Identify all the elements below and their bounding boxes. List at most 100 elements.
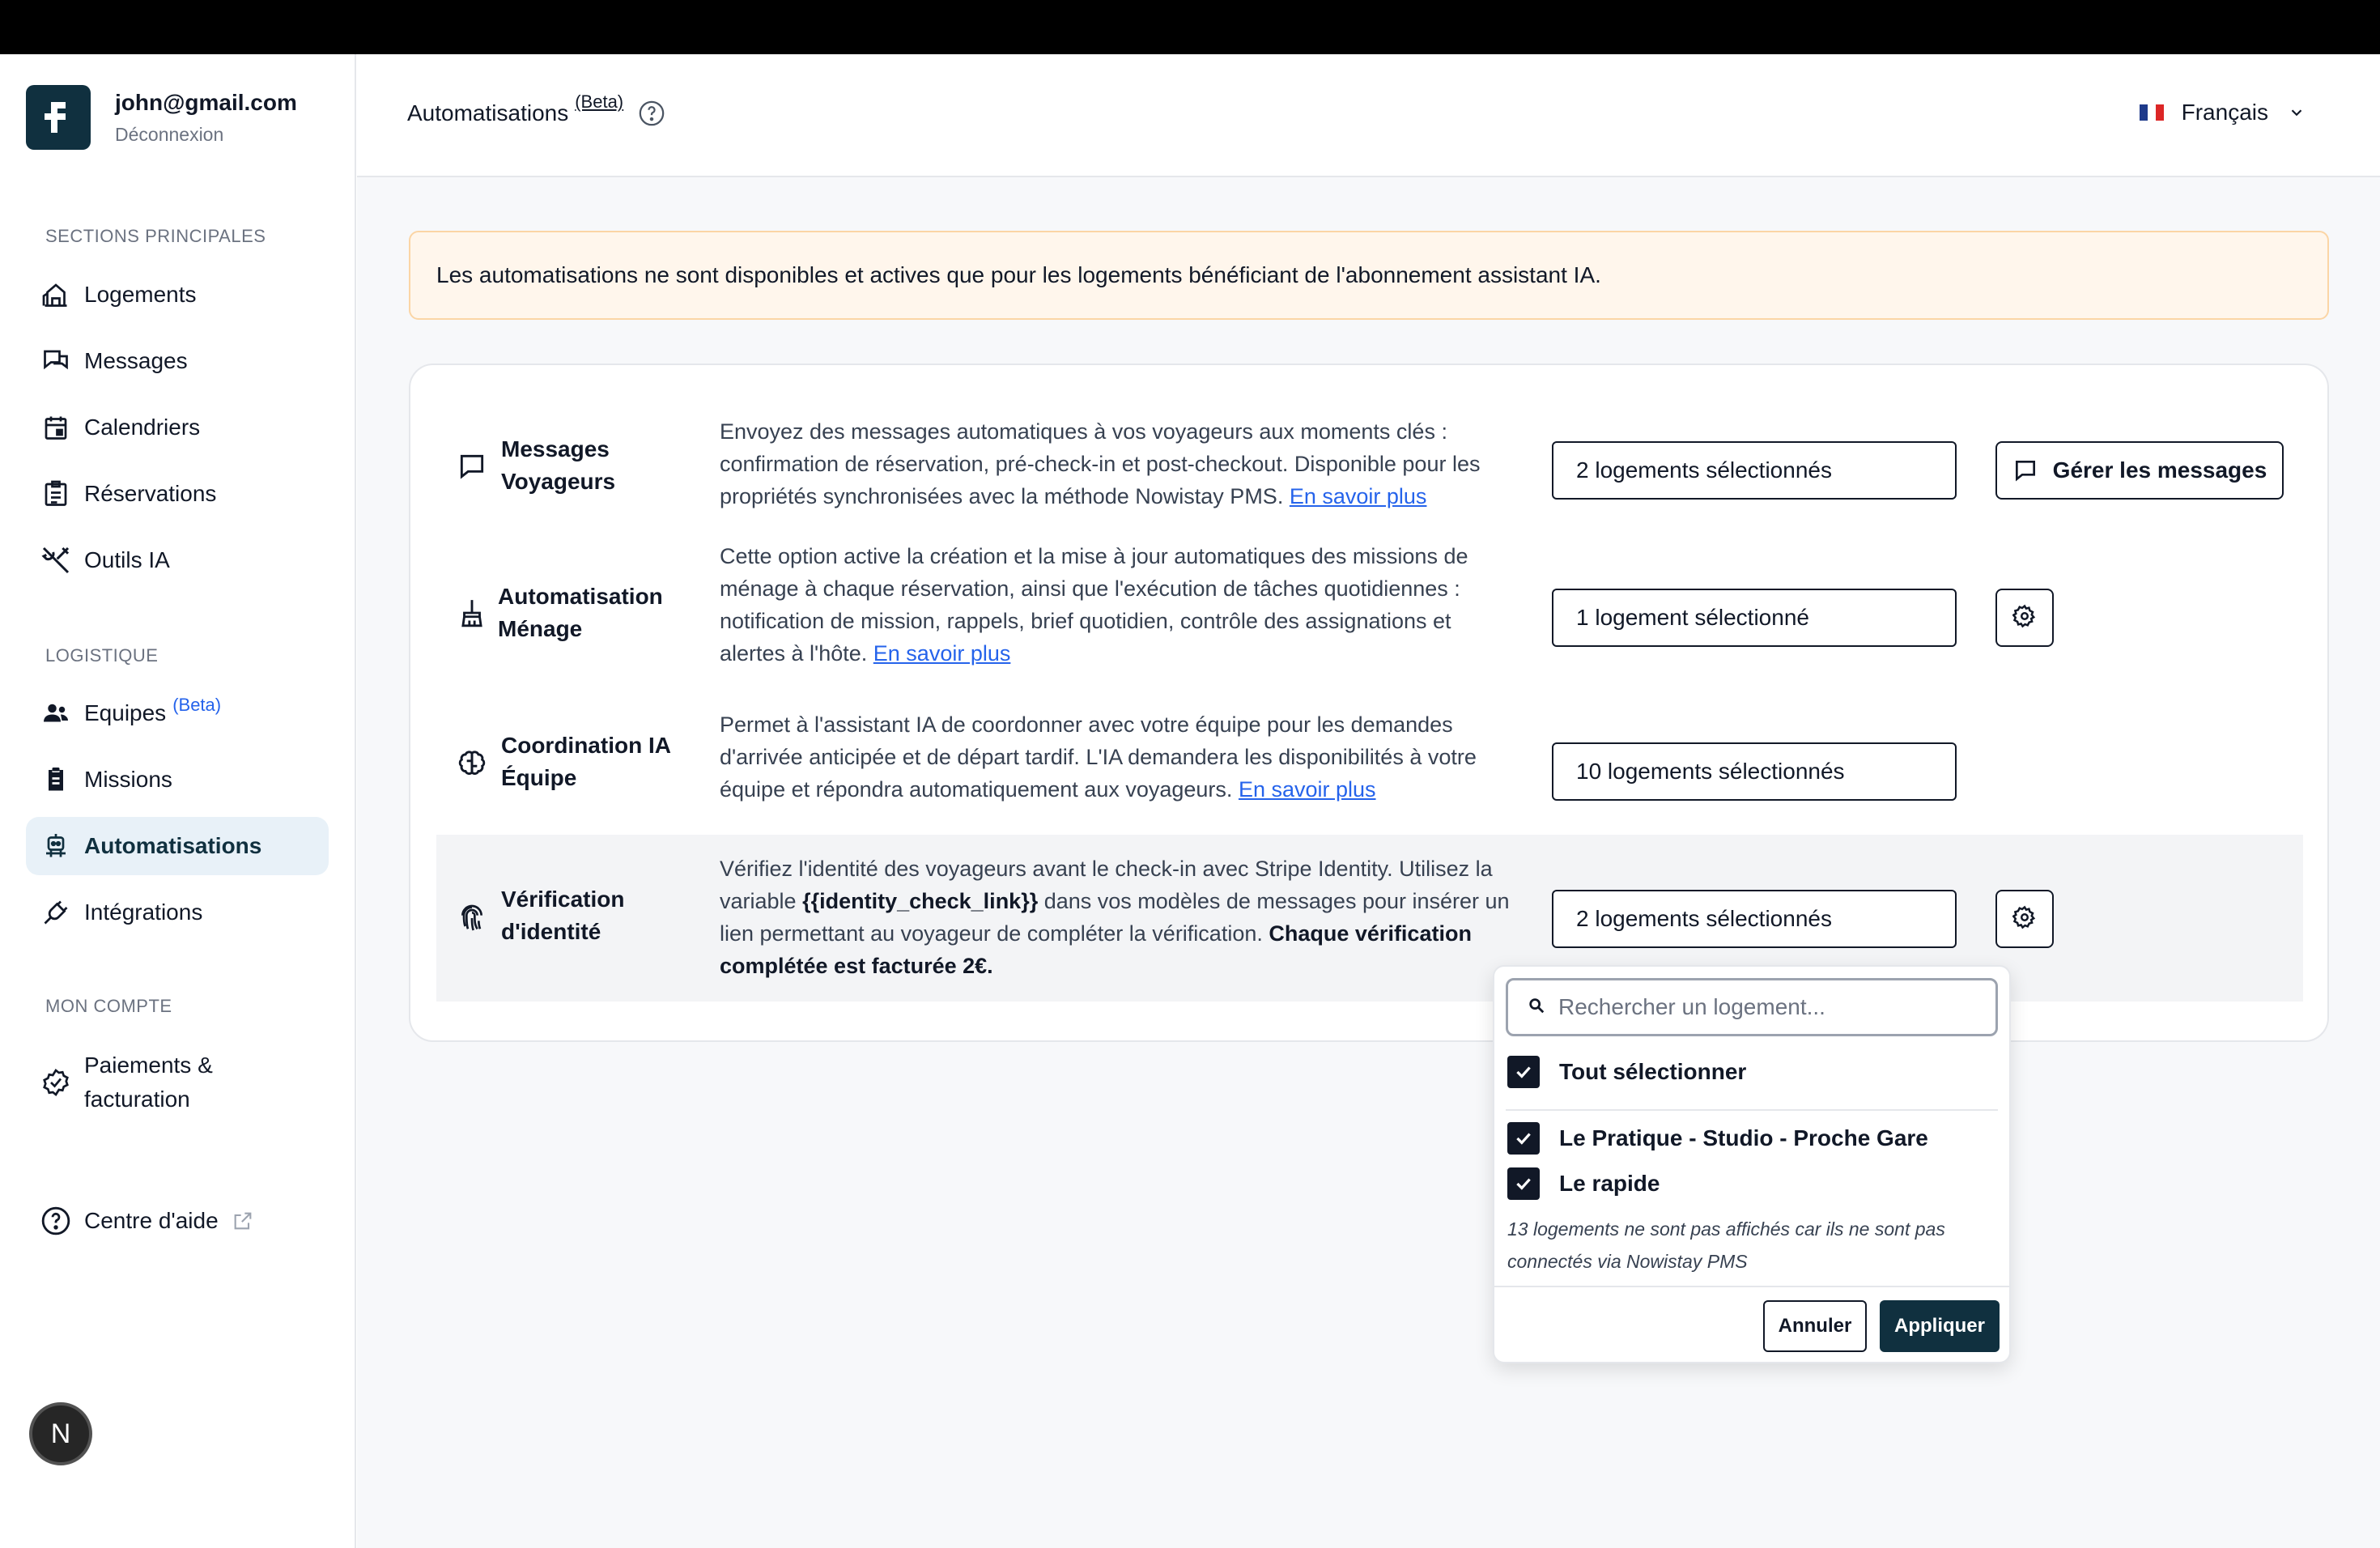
automation-description: Permet à l'assistant IA de coordonner av… [720,712,1477,802]
automation-title: Automatisation Ménage [498,584,663,641]
clipboard-list-icon [37,475,74,512]
automation-row-coordination: Coordination IA Équipe Permet à l'assist… [436,708,2303,822]
window-top-bar [0,0,2380,54]
learn-more-link[interactable]: En savoir plus [873,641,1011,666]
automation-description: Envoyez des messages automatiques à vos … [720,419,1481,508]
automation-row-menage: Automatisation Ménage Cette option activ… [436,540,2303,686]
badge-check-icon [37,1064,74,1101]
section-label-logistique: LOGISTIQUE [45,645,159,666]
select-all-option[interactable]: Tout sélectionner [1507,1056,1746,1088]
chevron-down-icon [2288,104,2306,121]
calendar-icon [37,409,74,446]
learn-more-link[interactable]: En savoir plus [1239,777,1376,802]
sidebar-item-messages[interactable]: Messages [26,332,329,390]
main-content: Les automatisations ne sont disponibles … [357,177,2380,1548]
sidebar-item-integrations[interactable]: Intégrations [26,883,329,942]
robot-icon [37,827,74,865]
broom-icon [456,597,488,629]
sidebar-item-paiements[interactable]: Paiements & facturation [26,1042,329,1123]
search-icon [1528,997,1545,1019]
sidebar-item-label: Réservations [84,481,217,506]
language-label: Français [2181,100,2268,125]
checkbox-checked[interactable] [1507,1056,1540,1088]
automation-row-messages: Messages Voyageurs Envoyez des messages … [436,406,2303,527]
cancel-button[interactable]: Annuler [1763,1300,1867,1352]
apply-button[interactable]: Appliquer [1880,1300,2000,1352]
gear-icon [2012,905,2037,933]
fingerprint-icon [456,902,488,934]
settings-button[interactable] [1995,890,2054,948]
gear-icon [2012,604,2037,632]
property-option-label: Le Pratique - Studio - Proche Gare [1559,1125,1928,1150]
external-link-icon [232,1210,254,1232]
hidden-properties-note: 13 logements ne sont pas affichés car il… [1507,1218,1945,1272]
french-flag-icon [2139,104,2164,121]
sidebar-item-label: Logements [84,282,197,307]
property-select[interactable]: 2 logements sélectionnés [1552,441,1957,500]
select-all-label: Tout sélectionner [1559,1059,1747,1084]
checkbox-checked[interactable] [1507,1167,1540,1200]
automation-title: Messages Voyageurs [501,436,616,494]
section-label-compte: MON COMPTE [45,996,172,1016]
sidebar-item-label: Automatisations [84,833,262,858]
brain-icon [456,747,488,780]
beta-badge: (Beta) [172,695,222,715]
property-dropdown: Tout sélectionner Le Pratique - Studio -… [1493,965,2011,1363]
sidebar-item-label: Paiements & facturation [84,1053,213,1112]
language-selector[interactable]: Français [2139,100,2306,125]
variable-code: {{identity_check_link}} [802,889,1039,913]
message-square-icon [2012,457,2038,483]
automation-description: Vérifiez l'identité des voyageurs avant … [720,857,1510,978]
page-title: Automatisations (Beta) [407,91,665,127]
sidebar-item-reservations[interactable]: Réservations [26,465,329,523]
sidebar-item-missions[interactable]: Missions [26,751,329,809]
beta-badge[interactable]: (Beta) [575,91,623,113]
sidebar-item-label: Messages [84,348,188,373]
search-input[interactable] [1558,994,1979,1020]
sidebar-item-logements[interactable]: Logements [26,266,329,324]
sidebar-item-label: Calendriers [84,415,201,440]
sidebar-item-label: Intégrations [84,899,203,925]
help-icon[interactable] [638,100,665,127]
sidebar-item-automatisations[interactable]: Automatisations [26,817,329,875]
manage-messages-button[interactable]: Gérer les messages [1995,441,2284,500]
section-label-main: SECTIONS PRINCIPALES [45,226,266,246]
property-select[interactable]: 10 logements sélectionnés [1552,742,1957,801]
sidebar-item-equipes[interactable]: Equipes (Beta) [26,684,329,742]
property-select[interactable]: 1 logement sélectionné [1552,589,1957,647]
learn-more-link[interactable]: En savoir plus [1290,484,1427,508]
sidebar-item-outils-ia[interactable]: Outils IA [26,531,329,589]
automation-title: Coordination IA Équipe [501,733,670,790]
sidebar-item-label: Missions [84,767,172,792]
property-option-label: Le rapide [1559,1171,1660,1196]
sidebar-item-label: Outils IA [84,547,170,572]
divider [1494,1286,2009,1287]
automation-row-verification: Vérification d'identité Vérifiez l'ident… [436,835,2303,1002]
settings-button[interactable] [1995,589,2054,647]
property-select[interactable]: 2 logements sélectionnés [1552,890,1957,948]
team-icon [37,695,74,732]
n-avatar-badge[interactable]: N [29,1402,92,1465]
plug-icon [37,894,74,931]
help-circle-icon [37,1202,74,1240]
divider [1506,1109,1998,1111]
building-icon [37,276,74,313]
user-email: john@gmail.com [115,89,297,115]
sidebar-item-calendriers[interactable]: Calendriers [26,398,329,457]
automation-description: Cette option active la création et la mi… [720,544,1468,666]
alert-text: Les automatisations ne sont disponibles … [436,262,1601,287]
automations-card: Messages Voyageurs Envoyez des messages … [409,364,2329,1042]
manage-messages-label: Gérer les messages [2052,457,2267,483]
page-title-text: Automatisations [407,100,569,125]
property-option[interactable]: Le rapide [1507,1167,1660,1200]
property-option[interactable]: Le Pratique - Studio - Proche Gare [1507,1122,1928,1155]
search-field[interactable] [1506,978,1998,1036]
clipboard-icon [37,761,74,798]
nowistay-logo-icon [26,85,91,150]
sidebar-item-centre-aide[interactable]: Centre d'aide [26,1192,329,1250]
subscription-alert: Les automatisations ne sont disponibles … [409,231,2329,320]
checkbox-checked[interactable] [1507,1122,1540,1155]
logout-link[interactable]: Déconnexion [115,124,297,146]
profile: john@gmail.com Déconnexion [26,85,297,150]
tools-icon [37,542,74,579]
